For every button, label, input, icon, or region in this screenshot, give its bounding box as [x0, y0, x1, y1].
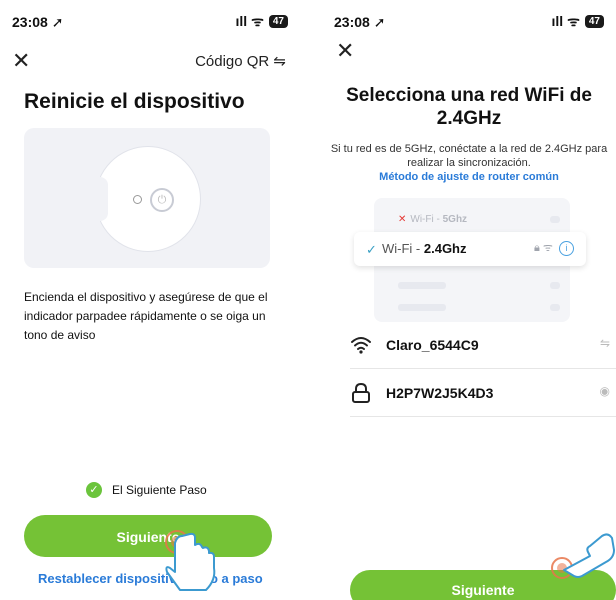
battery-icon: 47 [584, 15, 604, 28]
password-value: H2P7W2J5K4D3 [386, 385, 494, 401]
placeholder-bar [550, 282, 560, 289]
network-name: Claro_6544C9 [386, 337, 479, 353]
status-time: 23:08 ➚ [334, 14, 386, 30]
check-icon: ✓ [86, 482, 102, 498]
eye-icon[interactable]: ◉ [600, 384, 610, 398]
status-icons: ıll ᯤ 47 [552, 12, 604, 31]
signal-wifi-icon: ıll ᯤ [235, 13, 264, 29]
status-bar: 23:08 ➚ ıll ᯤ 47 [334, 12, 604, 34]
placeholder-bar [550, 216, 560, 223]
wifi-5ghz-prefix: Wi-Fi - [410, 214, 443, 225]
wifi-icon [351, 337, 371, 354]
cross-icon: ✕ [398, 214, 407, 225]
placeholder-bar [398, 282, 446, 289]
page-title: Reinicie el dispositivo [24, 90, 245, 113]
page-title: Selecciona una red WiFi de 2.4GHz [346, 85, 592, 129]
swap-icon[interactable]: ⇋ [600, 336, 610, 350]
device-notch [94, 177, 108, 221]
close-icon[interactable]: ✕ [12, 50, 30, 72]
placeholder-bar [550, 304, 560, 311]
placeholder-bar [398, 304, 446, 311]
qr-code-button[interactable]: Código QR ⇋ [195, 52, 286, 70]
wifi-row-icons: 🔒︎ ᯤ i [534, 240, 574, 256]
network-field[interactable]: Claro_6544C9 ⇋ [350, 322, 616, 369]
next-button[interactable]: Siguiente [24, 515, 272, 557]
status-icons: ıll ᯤ 47 [236, 12, 288, 31]
battery-icon: 47 [268, 15, 288, 28]
hand-pointer-icon [551, 533, 615, 579]
status-time: 23:08 ➚ [12, 14, 64, 30]
device-illustration: ⏻ [24, 128, 270, 268]
reset-device-screen: 23:08 ➚ ıll ᯤ 47 ✕ Código QR ⇋ Reinicie … [0, 0, 300, 600]
instructions-text: Encienda el dispositivo y asegúrese de q… [24, 290, 268, 342]
wifi-select-screen: 23:08 ➚ ıll ᯤ 47 ✕ Selecciona una red Wi… [322, 0, 616, 600]
power-icon: ⏻ [150, 188, 174, 212]
close-icon[interactable]: ✕ [336, 40, 354, 62]
signal-wifi-icon: ıll ᯤ [551, 13, 580, 29]
hand-pointer-icon [165, 530, 216, 591]
wifi-24ghz-prefix: Wi-Fi - [382, 241, 424, 256]
next-step-confirm[interactable]: ✓ El Siguiente Paso [86, 482, 207, 498]
wifi-5ghz-row: ✕ Wi-Fi - 5Ghz [398, 214, 467, 225]
wifi-24ghz-label: Wi-Fi - 2.4Ghz [382, 241, 467, 256]
lock-icon [352, 382, 370, 403]
wifi-24ghz-band: 2.4Ghz [423, 241, 467, 256]
wifi-24ghz-row: ✓ Wi-Fi - 2.4Ghz 🔒︎ ᯤ i [354, 232, 586, 266]
password-field[interactable]: H2P7W2J5K4D3 ◉ [350, 370, 616, 417]
info-icon: i [559, 241, 574, 256]
subtitle-text: Si tu red es de 5GHz, conéctate a la red… [330, 143, 608, 169]
device-disc: ⏻ [94, 146, 201, 252]
router-setup-link[interactable]: Método de ajuste de router común [322, 171, 616, 183]
status-bar: 23:08 ➚ ıll ᯤ 47 [12, 12, 288, 34]
indicator-dot [133, 195, 142, 204]
wifi-band-illustration: ✕ Wi-Fi - 5Ghz ✓ Wi-Fi - 2.4Ghz 🔒︎ ᯤ i [354, 198, 586, 322]
next-step-label: El Siguiente Paso [112, 483, 207, 497]
wifi-5ghz-band: 5Ghz [442, 214, 468, 225]
check-icon: ✓ [366, 242, 377, 257]
